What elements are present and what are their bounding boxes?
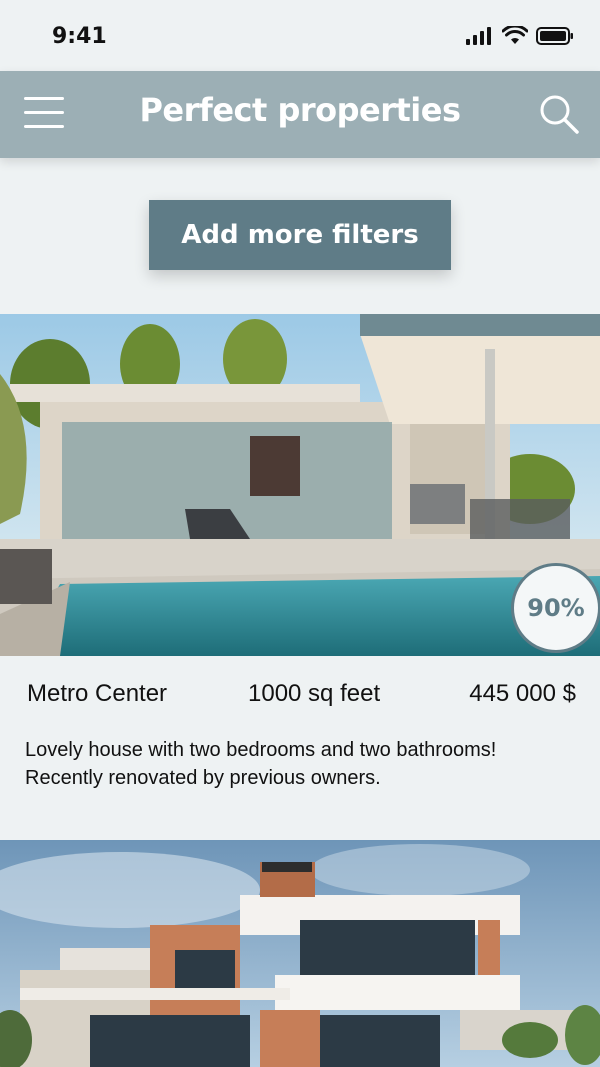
property-description: Lovely house with two bedrooms and two b… [25, 736, 585, 792]
status-bar: 9:41 [0, 0, 600, 72]
page-title: Perfect properties [139, 91, 461, 129]
description-line: Lovely house with two bedrooms and two b… [25, 739, 497, 761]
status-icons [466, 26, 574, 45]
wifi-icon [502, 26, 528, 44]
property-location: Metro Center [27, 680, 168, 707]
match-score-badge: 90% [511, 563, 600, 653]
battery-icon [536, 26, 573, 45]
app-header: Perfect properties [0, 71, 600, 158]
add-filters-button[interactable]: Add more filters [149, 200, 451, 270]
cellular-signal-icon [466, 26, 491, 45]
property-photo[interactable] [0, 840, 600, 1067]
property-card[interactable]: Metro Center 1000 sq feet 445 000 $ Love… [0, 656, 600, 840]
property-summary-row: Metro Center 1000 sq feet 445 000 $ [0, 680, 600, 714]
description-line: Recently renovated by previous owners. [25, 767, 381, 789]
property-price: 445 000 $ [469, 680, 576, 707]
status-time: 9:41 [52, 24, 107, 49]
search-icon[interactable] [538, 93, 580, 135]
property-area: 1000 sq feet [248, 680, 381, 707]
property-photo[interactable] [0, 314, 600, 656]
